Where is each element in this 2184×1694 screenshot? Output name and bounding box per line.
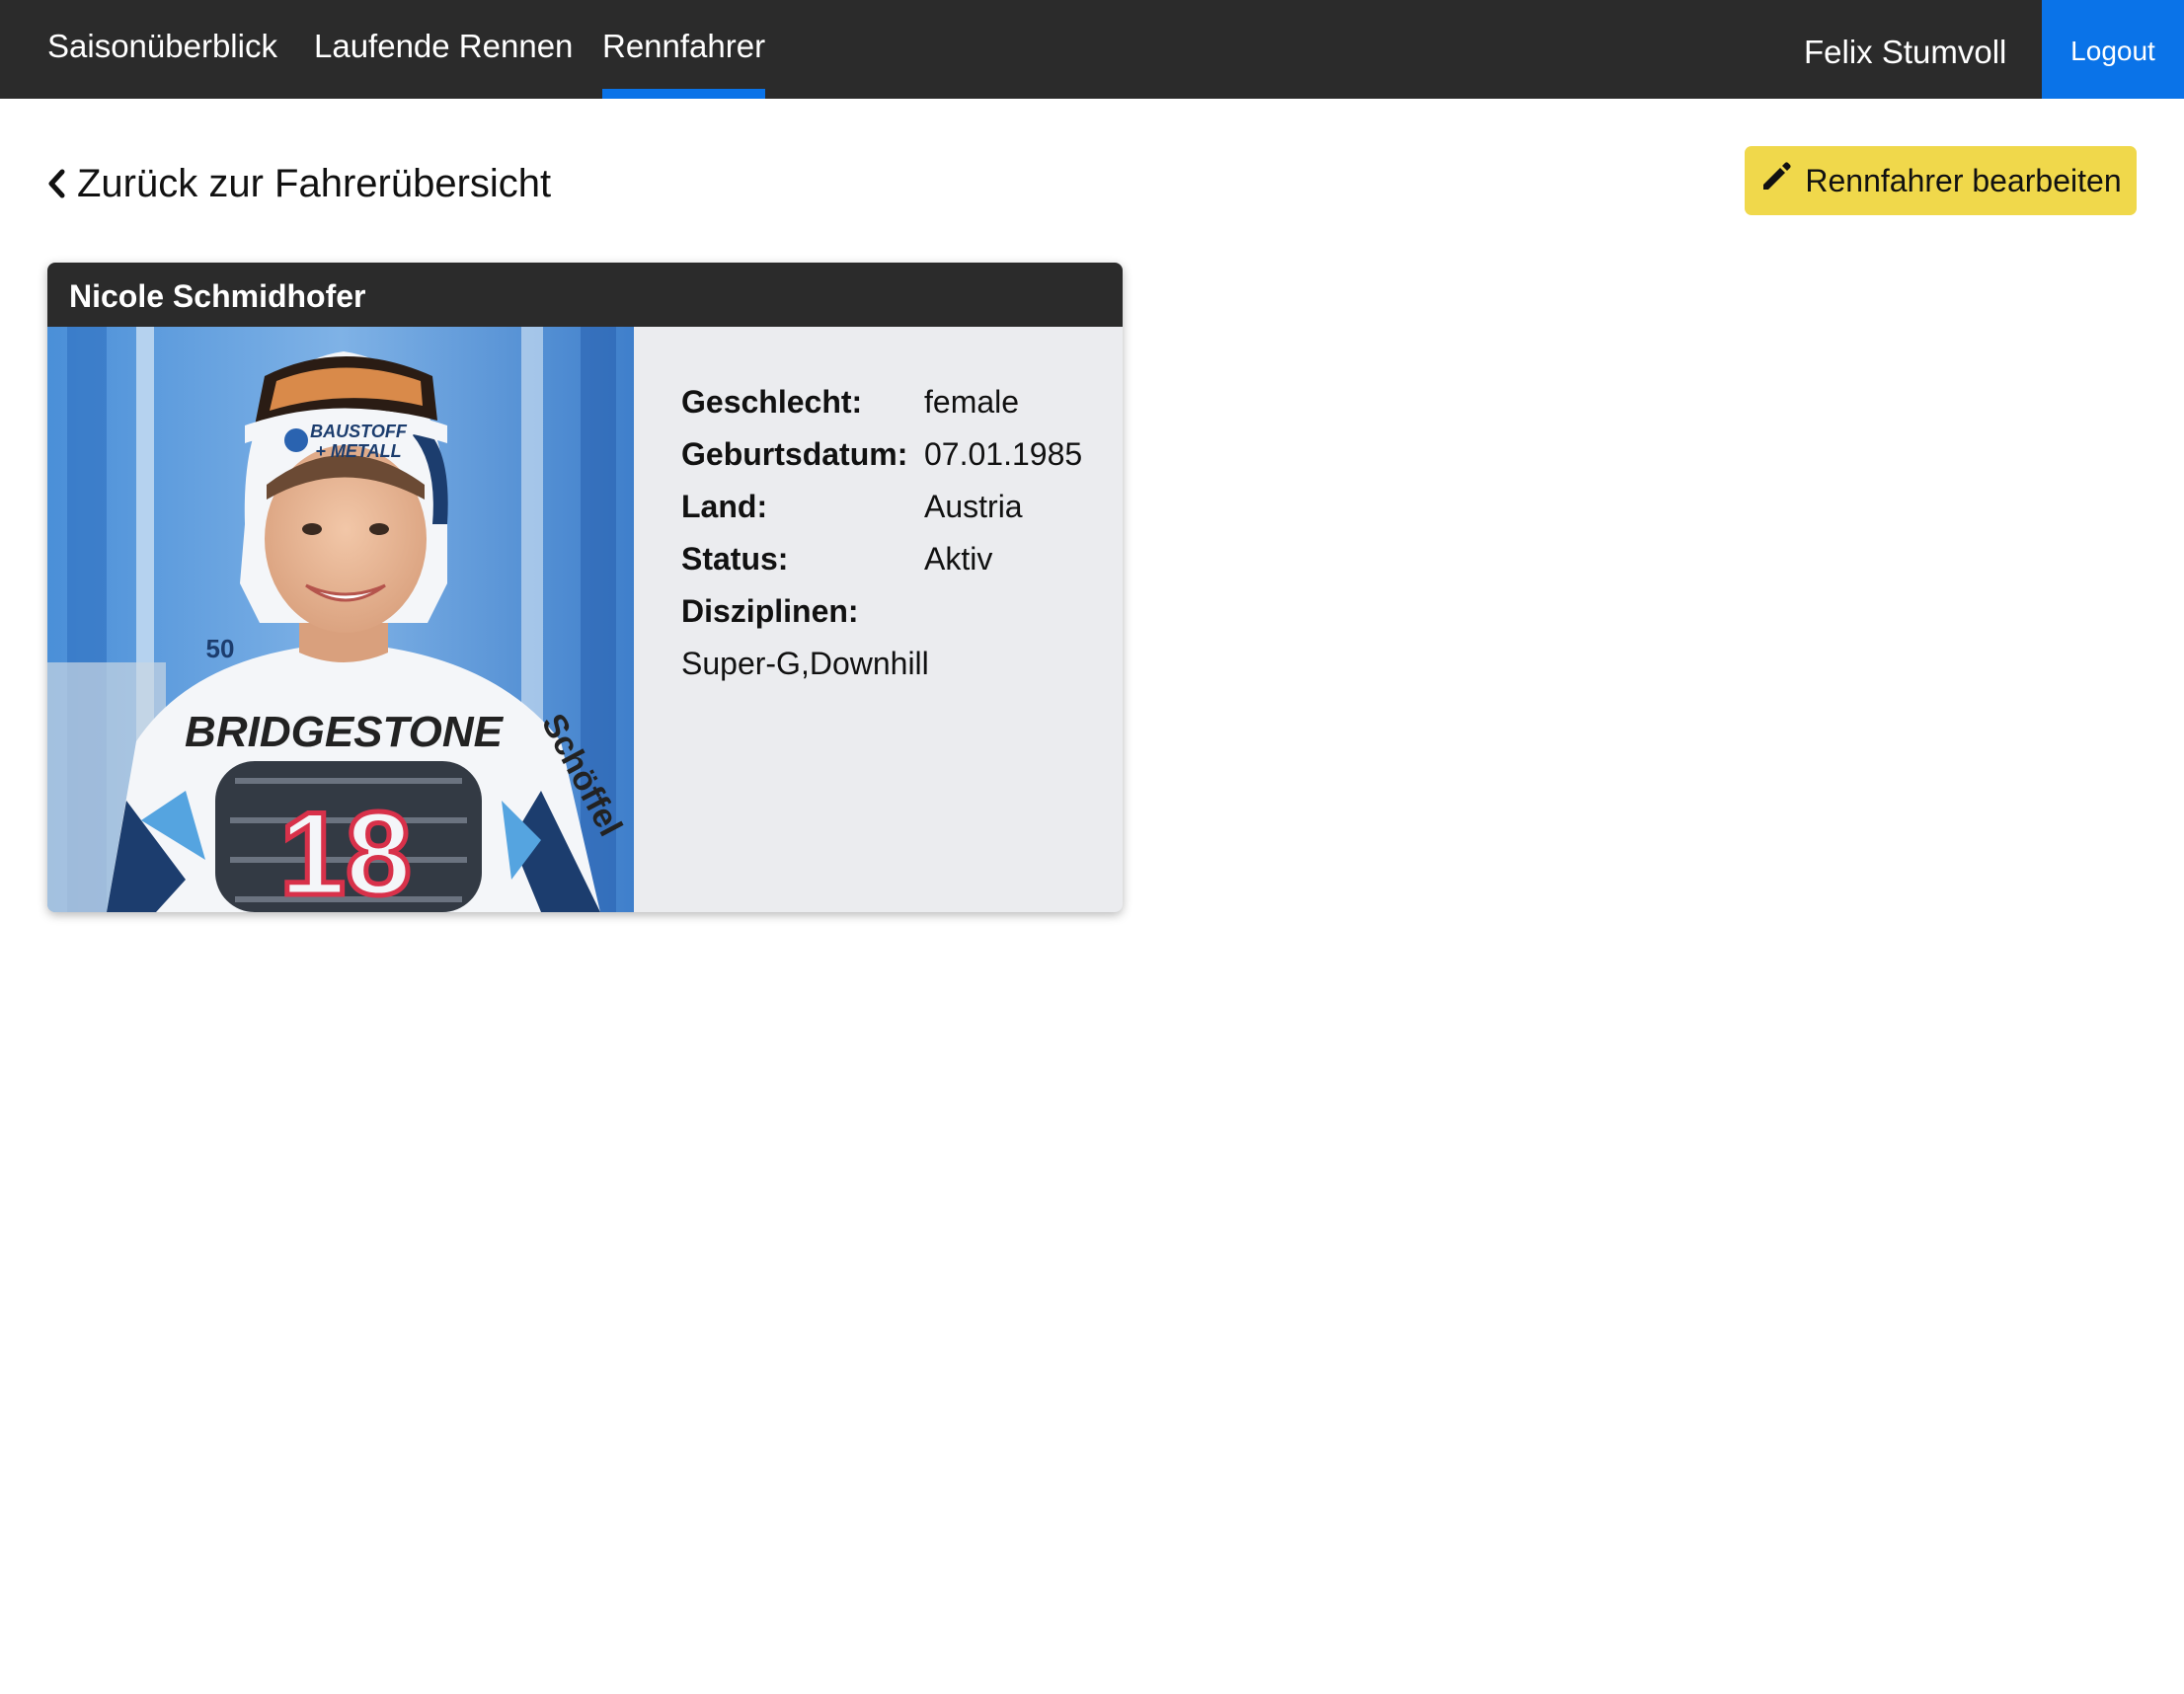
bib-number: 18 — [279, 788, 411, 912]
driver-photo: 18 BRIDGESTONE 50 Schöffel BAUSTOFF + ME… — [47, 327, 634, 912]
back-link-label: Zurück zur Fahrerübersicht — [77, 161, 552, 205]
country-row: Land: Austria — [681, 481, 1116, 533]
disciplines-label: Disziplinen: — [681, 593, 859, 629]
back-to-drivers-link[interactable]: Zurück zur Fahrerübersicht — [47, 156, 551, 211]
driver-details: Geschlecht: female Geburtsdatum: 07.01.1… — [681, 376, 1116, 690]
pencil-icon — [1759, 160, 1793, 201]
disciplines-value: Super-G,Downhill — [681, 646, 929, 681]
country-value: Austria — [924, 489, 1023, 524]
driver-card: Nicole Schmidhofer 18 BRIDGESTONE 50 Sch… — [47, 263, 1123, 912]
helmet-sponsor-line1: BAUSTOFF — [310, 422, 408, 441]
birthdate-row: Geburtsdatum: 07.01.1985 — [681, 428, 1116, 481]
status-row: Status: Aktiv — [681, 533, 1116, 585]
status-value: Aktiv — [924, 541, 993, 577]
birthdate-label: Geburtsdatum: — [681, 436, 908, 472]
bib-badge: 50 — [206, 634, 235, 663]
nav-item-rennfahrer[interactable]: Rennfahrer — [602, 0, 766, 99]
nav-item-laufende-rennen[interactable]: Laufende Rennen — [314, 0, 573, 99]
current-user-name: Felix Stumvoll — [1804, 34, 2007, 70]
edit-driver-button-label: Rennfahrer bearbeiten — [1805, 162, 2122, 198]
chevron-left-icon — [47, 169, 67, 198]
birthdate-value: 07.01.1985 — [924, 436, 1083, 472]
logout-button[interactable]: Logout — [2042, 0, 2184, 99]
edit-driver-button[interactable]: Rennfahrer bearbeiten — [1745, 146, 2137, 215]
country-label: Land: — [681, 489, 768, 524]
top-navbar: Saisonüberblick Laufende Rennen Rennfahr… — [0, 0, 2184, 99]
gender-value: female — [924, 384, 1020, 420]
gender-label: Geschlecht: — [681, 384, 863, 420]
bib-sponsor: BRIDGESTONE — [185, 708, 505, 756]
driver-name-header: Nicole Schmidhofer — [47, 263, 1123, 327]
helmet-sponsor-line2: + METALL — [315, 441, 401, 461]
gender-row: Geschlecht: female — [681, 376, 1116, 428]
status-label: Status: — [681, 541, 789, 577]
disciplines-row: Disziplinen: — [681, 585, 1116, 638]
nav-item-saisonueberblick[interactable]: Saisonüberblick — [47, 0, 277, 99]
